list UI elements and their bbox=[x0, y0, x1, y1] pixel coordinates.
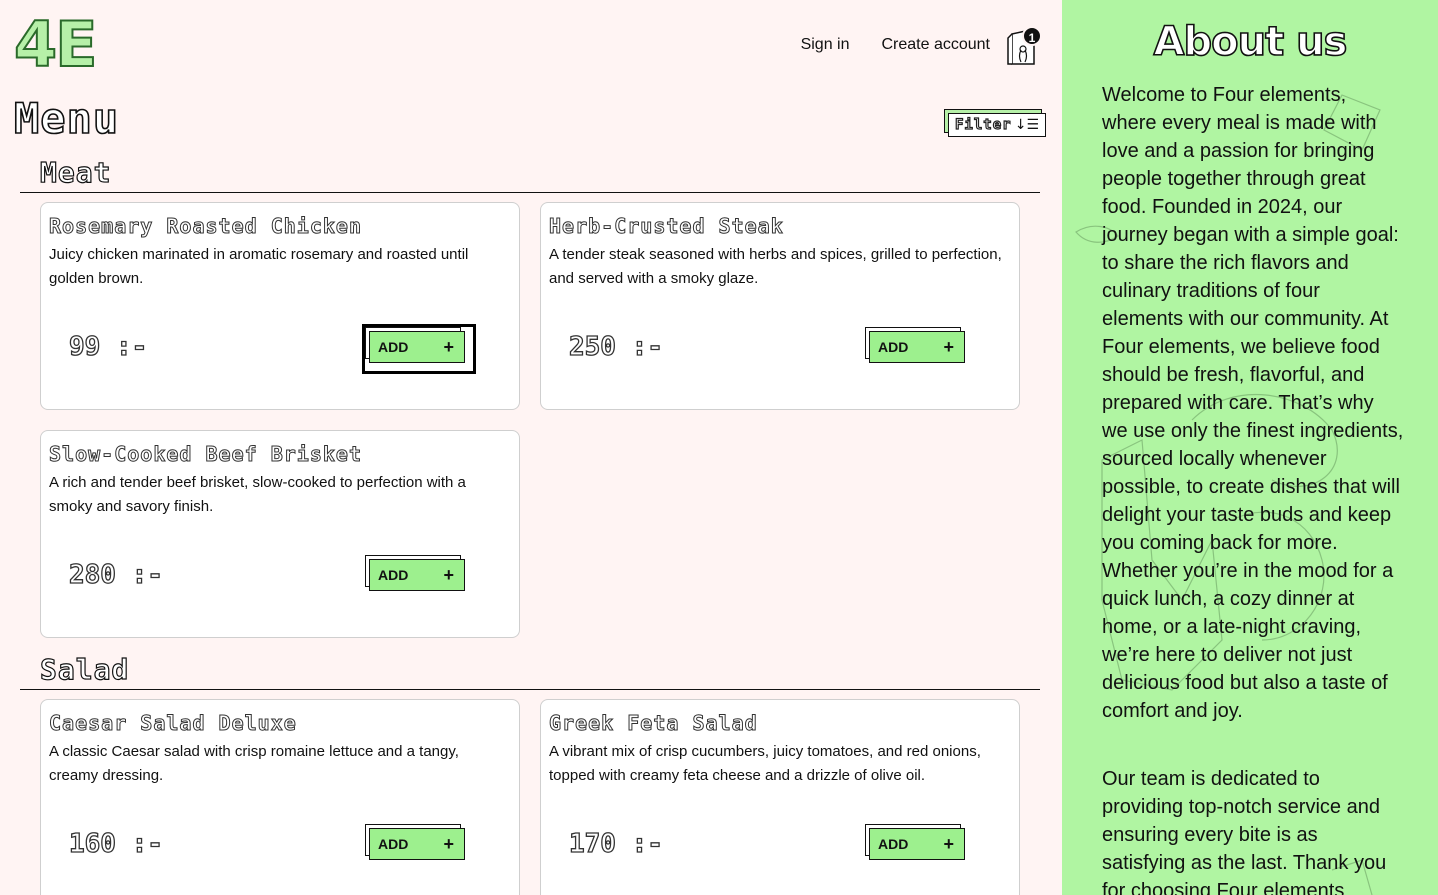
menu-item-price: 170 :- bbox=[568, 828, 663, 859]
filter-button[interactable]: Filter ↓☰ bbox=[944, 109, 1046, 137]
menu-item-price: 160 :- bbox=[68, 828, 163, 859]
add-button-label: ADD bbox=[378, 836, 409, 852]
plus-icon: + bbox=[443, 565, 454, 585]
menu-item-card: Slow-Cooked Beef Brisket A rich and tend… bbox=[40, 430, 520, 638]
main-content: 4E Sign in Create account 1 Menu Filter … bbox=[0, 0, 1062, 895]
add-button-label: ADD bbox=[378, 339, 409, 355]
section-divider bbox=[20, 689, 1040, 690]
create-account-link[interactable]: Create account bbox=[881, 36, 990, 54]
about-paragraph: Our team is dedicated to providing top-n… bbox=[1102, 768, 1387, 895]
menu-item-description: A classic Caesar salad with crisp romain… bbox=[49, 743, 459, 784]
add-button-face[interactable]: ADD + bbox=[369, 331, 465, 363]
menu-item-card: Caesar Salad Deluxe A classic Caesar sal… bbox=[40, 699, 520, 895]
plus-icon: + bbox=[443, 834, 454, 854]
menu-item-name: Rosemary Roasted Chicken bbox=[49, 214, 362, 239]
top-nav: Sign in Create account 1 bbox=[801, 24, 1042, 66]
about-paragraph: Welcome to Four elements, where every me… bbox=[1102, 84, 1404, 722]
menu-item-price: 250 :- bbox=[568, 331, 663, 362]
cart-button[interactable]: 1 bbox=[1006, 24, 1042, 66]
menu-item-description: A rich and tender beef brisket, slow-coo… bbox=[49, 474, 466, 515]
menu-item-price: 280 :- bbox=[68, 559, 163, 590]
add-to-cart-button[interactable]: ADD + bbox=[362, 324, 476, 374]
sort-icon: ↓☰ bbox=[1014, 117, 1039, 133]
add-button-face[interactable]: ADD + bbox=[869, 331, 965, 363]
add-button-label: ADD bbox=[878, 339, 909, 355]
menu-item-description: Juicy chicken marinated in aromatic rose… bbox=[49, 246, 469, 287]
add-button-face[interactable]: ADD + bbox=[869, 828, 965, 860]
menu-item-name: Greek Feta Salad bbox=[549, 711, 758, 736]
plus-icon: + bbox=[943, 337, 954, 357]
add-to-cart-button[interactable]: ADD + bbox=[365, 824, 467, 862]
menu-item-card: Rosemary Roasted Chicken Juicy chicken m… bbox=[40, 202, 520, 410]
filter-label: Filter bbox=[954, 116, 1012, 133]
menu-item-price: 99 :- bbox=[68, 331, 148, 362]
add-button-label: ADD bbox=[378, 567, 409, 583]
menu-item-description: A tender steak seasoned with herbs and s… bbox=[549, 246, 1002, 287]
menu-item-card: Greek Feta Salad A vibrant mix of crisp … bbox=[540, 699, 1020, 895]
sign-in-link[interactable]: Sign in bbox=[801, 36, 850, 54]
filter-button-face[interactable]: Filter ↓☰ bbox=[948, 113, 1046, 137]
add-to-cart-button[interactable]: ADD + bbox=[365, 555, 467, 593]
section-title-meat: Meat bbox=[39, 155, 112, 189]
section-title-salad: Salad bbox=[39, 652, 130, 686]
add-to-cart-button[interactable]: ADD + bbox=[865, 824, 967, 862]
plus-icon: + bbox=[943, 834, 954, 854]
add-button-label: ADD bbox=[878, 836, 909, 852]
menu-item-description: A vibrant mix of crisp cucumbers, juicy … bbox=[549, 743, 981, 784]
add-button-shadow bbox=[365, 327, 461, 359]
add-button-face[interactable]: ADD + bbox=[369, 828, 465, 860]
menu-item-name: Slow-Cooked Beef Brisket bbox=[49, 442, 362, 467]
menu-item-name: Herb-Crusted Steak bbox=[549, 214, 784, 239]
cart-count-badge: 1 bbox=[1022, 26, 1042, 46]
plus-icon: + bbox=[443, 337, 454, 357]
page-title: Menu bbox=[13, 93, 120, 144]
menu-item-name: Caesar Salad Deluxe bbox=[49, 711, 297, 736]
about-sidebar: About us Welcome to Four elements, where… bbox=[1062, 0, 1438, 895]
logo[interactable]: 4E bbox=[13, 9, 98, 81]
about-title: About us bbox=[1153, 18, 1348, 66]
add-button-face[interactable]: ADD + bbox=[369, 559, 465, 591]
section-divider bbox=[20, 192, 1040, 193]
menu-item-card: Herb-Crusted Steak A tender steak season… bbox=[540, 202, 1020, 410]
add-to-cart-button[interactable]: ADD + bbox=[865, 327, 967, 365]
